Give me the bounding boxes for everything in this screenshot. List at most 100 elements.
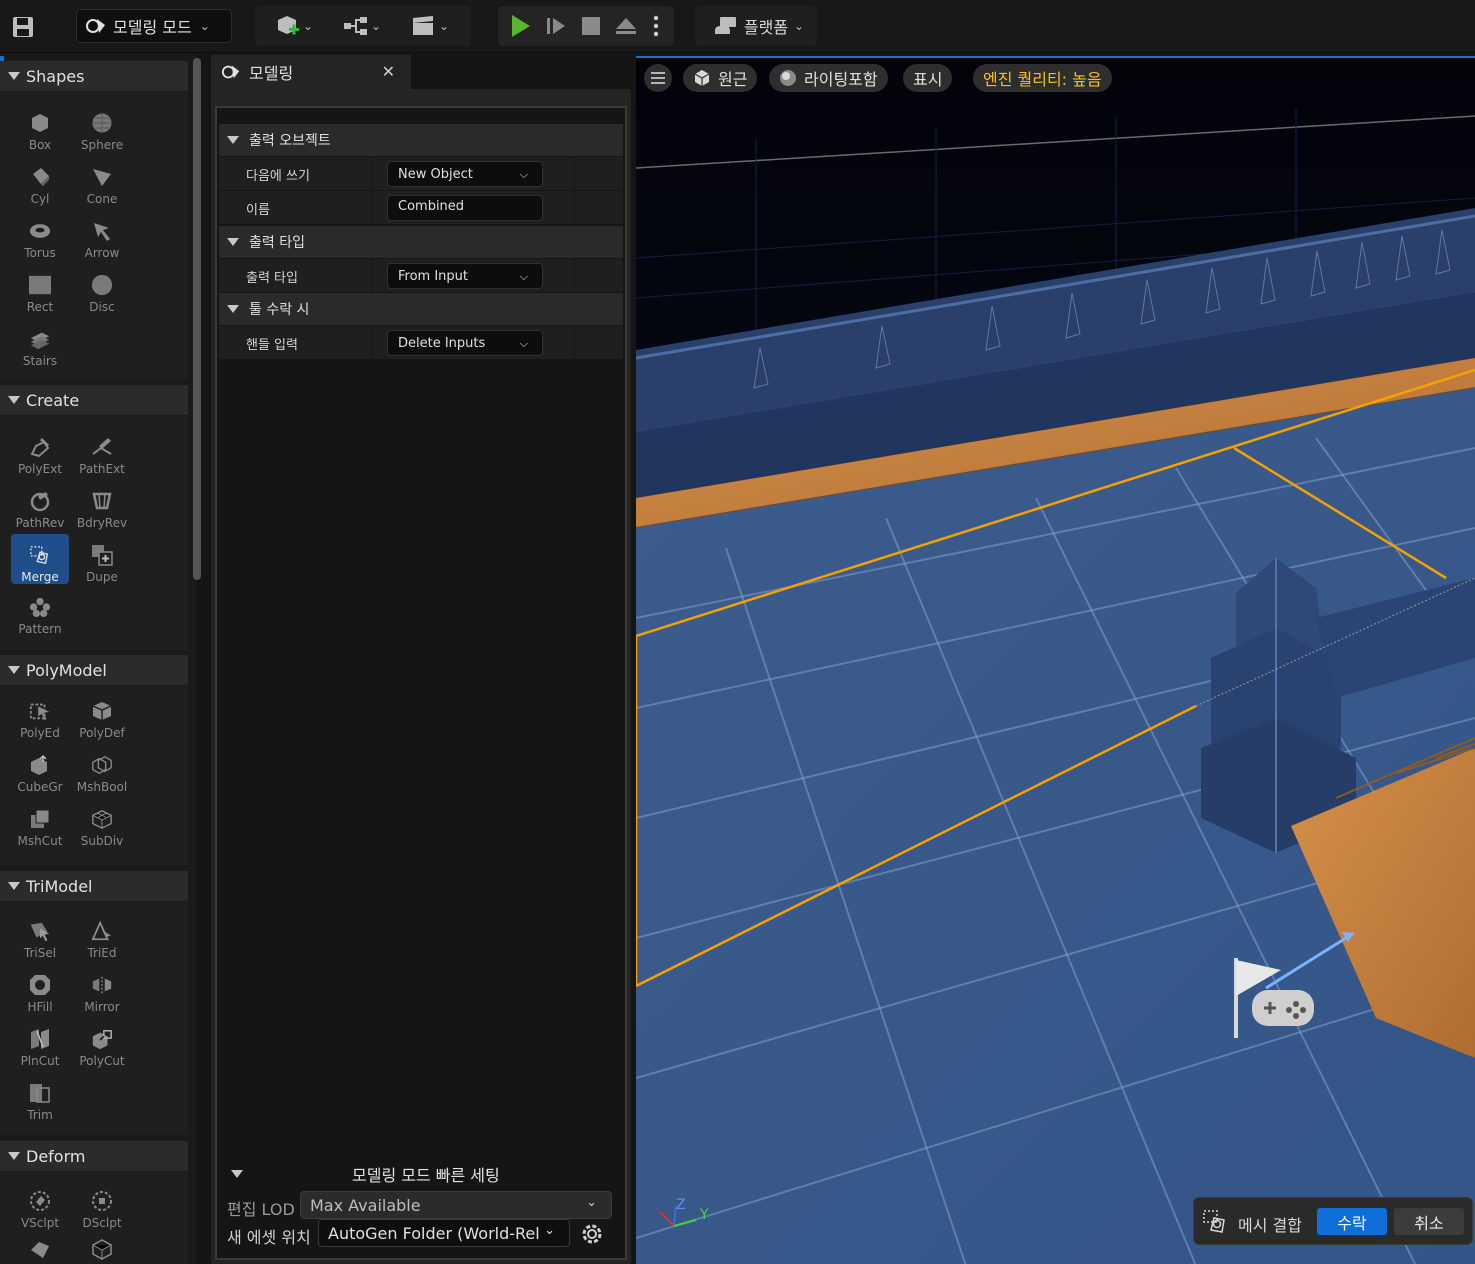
- tool-rect[interactable]: Rect: [11, 264, 69, 314]
- blueprint-icon: [343, 17, 367, 35]
- edit-lod-dropdown[interactable]: Max Available ⌄: [300, 1191, 612, 1219]
- path-extrude-icon: [92, 438, 112, 455]
- stop-button[interactable]: [580, 15, 602, 37]
- tool-label: SubDiv: [80, 834, 124, 848]
- platforms-button[interactable]: 플랫폼 ⌄: [709, 12, 809, 40]
- triangle-select-icon: [30, 922, 50, 942]
- column-divider[interactable]: [371, 326, 372, 360]
- tool-dupe[interactable]: Dupe: [73, 534, 131, 584]
- quick-settings-header[interactable]: 모델링 모드 빠른 세팅: [219, 1160, 623, 1188]
- write-to-dropdown[interactable]: New Object ⌵: [387, 161, 543, 187]
- tool-bdryrev[interactable]: BdryRev: [73, 480, 131, 530]
- section-output-type[interactable]: 출력 타입: [219, 226, 623, 258]
- viewport-menu-button[interactable]: [644, 64, 672, 92]
- tool-polyed[interactable]: PolyEd: [11, 690, 69, 740]
- tool-mshcut[interactable]: MshCut: [11, 798, 69, 848]
- perspective-cube-icon: [694, 70, 710, 86]
- quick-row-new-asset-location: 새 에셋 위치 AutoGen Folder (World-Rel ⌄: [219, 1219, 623, 1247]
- tool-pathext[interactable]: PathExt: [73, 426, 131, 476]
- tool-plncut[interactable]: PlnCut: [11, 1018, 69, 1068]
- tool-disc[interactable]: Disc: [73, 264, 131, 314]
- tool-tried[interactable]: TriEd: [73, 910, 131, 960]
- tool-lattice[interactable]: [73, 1234, 131, 1264]
- tool-label: PolyDef: [79, 726, 125, 740]
- sphere-icon: [92, 113, 112, 133]
- cube-grid-icon: [31, 754, 47, 775]
- view-mode-button[interactable]: 라이팅포함: [769, 64, 888, 92]
- column-divider[interactable]: [371, 191, 372, 225]
- cancel-button[interactable]: 취소: [1394, 1208, 1464, 1235]
- category-header-deform[interactable]: Deform: [0, 1141, 188, 1171]
- mode-selector[interactable]: 모델링 모드 ⌄: [76, 9, 232, 43]
- tool-dsclpt[interactable]: DSclpt: [73, 1180, 131, 1230]
- tool-box[interactable]: Box: [11, 102, 69, 152]
- category-header-create[interactable]: Create: [0, 385, 188, 415]
- tool-label: Pattern: [18, 622, 62, 636]
- tool-stairs[interactable]: Stairs: [11, 318, 69, 368]
- section-on-tool-accept[interactable]: 툴 수락 시: [219, 293, 623, 325]
- tool-cone[interactable]: Cone: [73, 156, 131, 206]
- tool-pathrev[interactable]: PathRev: [11, 480, 69, 530]
- tab-title: 모델링: [249, 64, 294, 83]
- column-divider[interactable]: [371, 157, 372, 191]
- platforms-label: 플랫폼: [743, 18, 789, 37]
- level-viewport[interactable]: Z Y 원근 라이팅포함 표시 엔진 퀄리티: 높음: [636, 56, 1475, 1264]
- tool-pattern[interactable]: Pattern: [11, 586, 69, 636]
- chevron-down-icon: ⌄: [544, 1223, 555, 1238]
- tool-label: CubeGr: [17, 780, 63, 794]
- tool-polycut[interactable]: PolyCut: [73, 1018, 131, 1068]
- dropdown-value: AutoGen Folder (World-Rel: [328, 1223, 540, 1243]
- gear-icon: [582, 1224, 602, 1244]
- show-button[interactable]: 표시: [903, 64, 953, 92]
- eject-button[interactable]: [614, 15, 638, 37]
- tool-cyl[interactable]: Cyl: [11, 156, 69, 206]
- tool-subdiv[interactable]: SubDiv: [73, 798, 131, 848]
- engine-quality-badge[interactable]: 엔진 퀄리티: 높음: [973, 64, 1112, 92]
- cinematics-button[interactable]: ⌄: [405, 12, 455, 40]
- tool-arrow[interactable]: Arrow: [73, 210, 131, 260]
- eject-icon: [616, 18, 636, 34]
- play-button[interactable]: [510, 15, 532, 37]
- category-header-trimodel[interactable]: TriModel: [0, 871, 188, 901]
- name-field-value: Combined: [398, 199, 465, 214]
- tool-sphere[interactable]: Sphere: [73, 102, 131, 152]
- modeling-mode-icon: [86, 19, 105, 33]
- settings-button[interactable]: [579, 1221, 605, 1247]
- tool-vsclpt[interactable]: VSclpt: [11, 1180, 69, 1230]
- category-header-polymodel[interactable]: PolyModel: [0, 655, 188, 685]
- palette-scrollbar[interactable]: [193, 58, 201, 580]
- column-divider[interactable]: [371, 259, 372, 293]
- perspective-button[interactable]: 원근: [683, 64, 758, 92]
- tool-mshbool[interactable]: MshBool: [73, 744, 131, 794]
- tool-polydef[interactable]: PolyDef: [73, 690, 131, 740]
- tool-trisel[interactable]: TriSel: [11, 910, 69, 960]
- output-type-dropdown[interactable]: From Input ⌵: [387, 263, 543, 289]
- play-options-button[interactable]: [648, 14, 664, 38]
- axis-y-label: Y: [700, 1207, 709, 1223]
- tool-label: Dupe: [86, 570, 118, 584]
- tool-merge[interactable]: Merge: [11, 534, 69, 584]
- close-icon[interactable]: ✕: [382, 62, 395, 81]
- handle-inputs-dropdown[interactable]: Delete Inputs ⌵: [387, 330, 543, 356]
- step-button[interactable]: [544, 15, 568, 37]
- add-actor-button[interactable]: ⌄: [269, 12, 319, 40]
- smooth-icon: [31, 1242, 49, 1258]
- tool-hfill[interactable]: HFill: [11, 964, 69, 1014]
- tab-modeling[interactable]: 모델링 ✕: [211, 55, 411, 89]
- tool-polyext[interactable]: PolyExt: [11, 426, 69, 476]
- tool-label: PolyExt: [18, 462, 62, 476]
- blueprint-button[interactable]: ⌄: [337, 12, 387, 40]
- tool-mirror[interactable]: Mirror: [73, 964, 131, 1014]
- save-icon: [13, 17, 33, 37]
- section-output-object[interactable]: 출력 오브젝트: [219, 124, 623, 156]
- save-button[interactable]: [8, 12, 38, 42]
- new-asset-location-dropdown[interactable]: AutoGen Folder (World-Rel ⌄: [318, 1219, 570, 1247]
- tool-trim[interactable]: Trim: [11, 1072, 69, 1122]
- tool-torus[interactable]: Torus: [11, 210, 69, 260]
- category-header-shapes[interactable]: Shapes: [0, 61, 188, 91]
- tool-cubegr[interactable]: CubeGr: [11, 744, 69, 794]
- tool-smooth[interactable]: [11, 1234, 69, 1264]
- name-field[interactable]: Combined: [387, 195, 543, 221]
- dropdown-value: New Object: [398, 166, 473, 182]
- accept-button[interactable]: 수락: [1317, 1208, 1387, 1235]
